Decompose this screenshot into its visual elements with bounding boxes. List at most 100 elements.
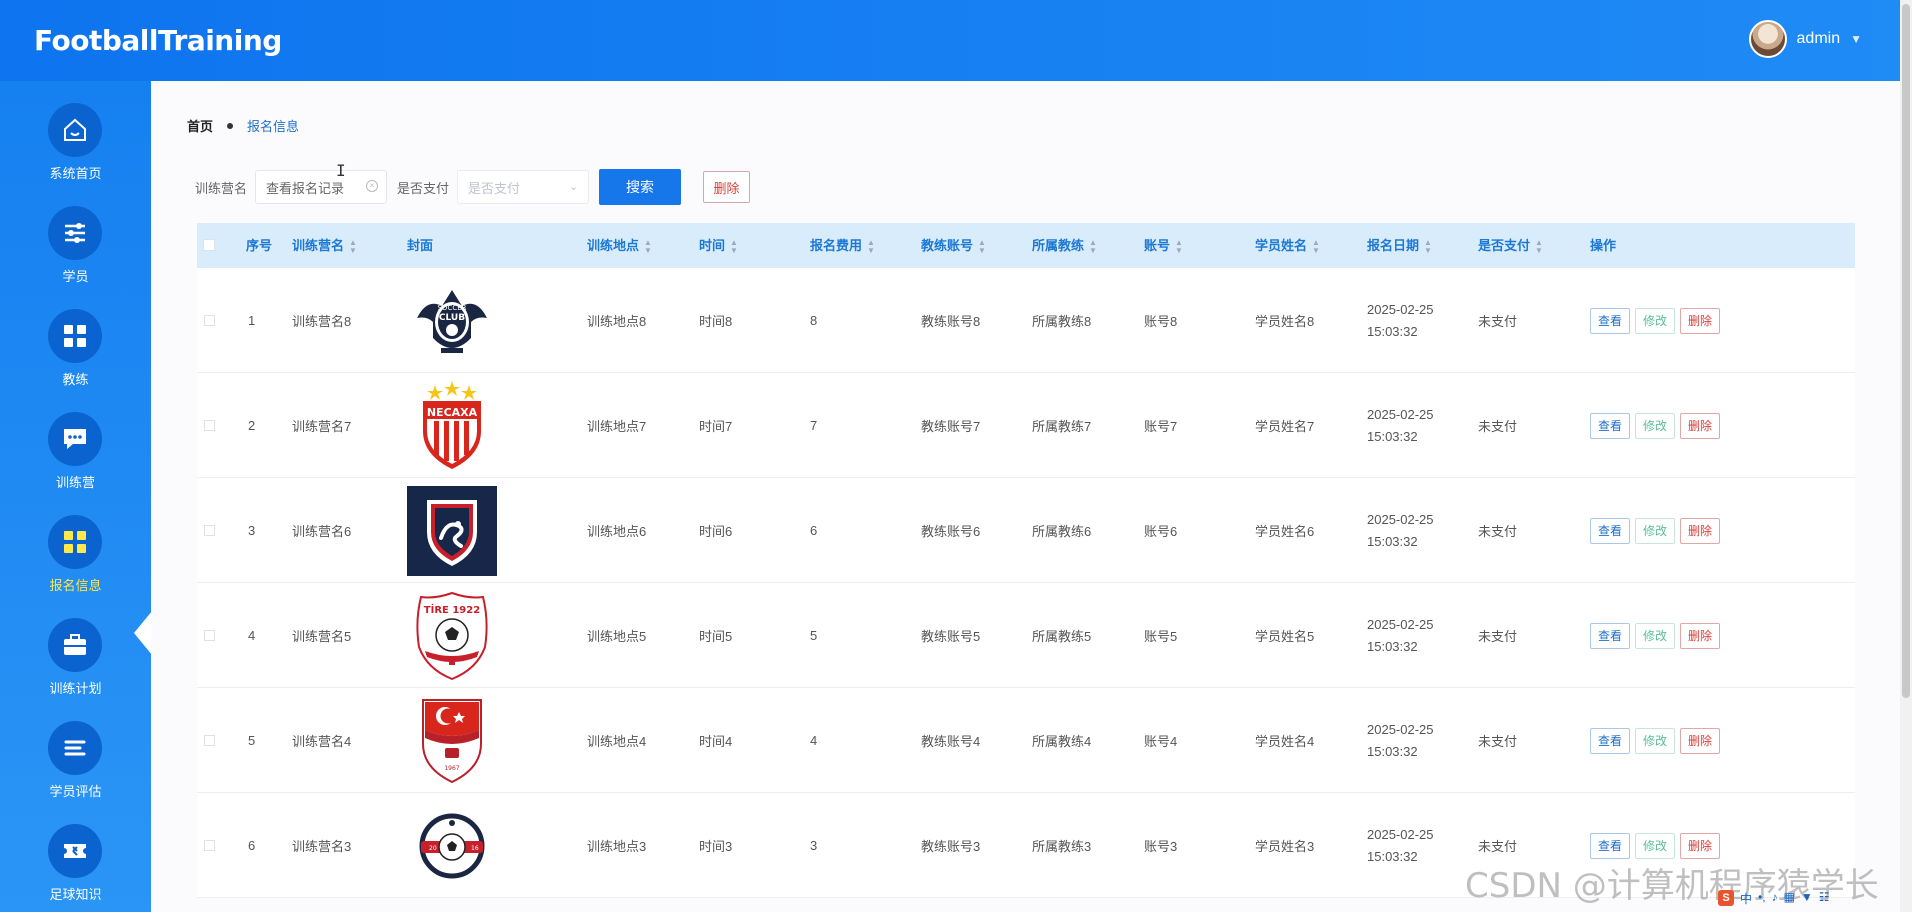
cell-paid: 未支付 <box>1478 629 1518 644</box>
cell-camp: 训练营名4 <box>292 734 352 749</box>
soccer-club-logo: SOCCER CLUB <box>407 268 497 373</box>
sort-icon[interactable]: ▲ ▼ <box>867 238 875 255</box>
sidebar-item-students[interactable]: 学员 <box>0 206 151 306</box>
delete-button[interactable]: 删除 <box>1680 727 1721 754</box>
sidebar-item-camps[interactable]: 训练营 <box>0 412 151 512</box>
row-checkbox[interactable] <box>204 315 215 326</box>
sidebar-item-evaluation[interactable]: 学员评估 <box>0 721 151 821</box>
cell-place: 训练地点7 <box>587 419 647 434</box>
sidebar-item-knowledge[interactable]: 足球知识 <box>0 824 151 924</box>
round-ball-logo: 20 16 <box>407 793 497 898</box>
breadcrumb-home[interactable]: 首页 <box>187 116 213 135</box>
cell-paid: 未支付 <box>1478 314 1518 329</box>
row-checkbox[interactable] <box>204 735 215 746</box>
header-coach-account[interactable]: 教练账号 ▲ ▼ <box>921 223 986 268</box>
toolbox-icon: ☷ <box>1818 890 1830 904</box>
sort-icon[interactable]: ▲ ▼ <box>1089 238 1097 255</box>
grid-icon <box>48 515 102 569</box>
header-place[interactable]: 训练地点 ▲ ▼ <box>587 223 652 268</box>
sort-icon[interactable]: ▲ ▼ <box>349 238 357 255</box>
header-date[interactable]: 报名日期 ▲ ▼ <box>1367 223 1432 268</box>
sidebar-item-training-plan[interactable]: 训练计划 <box>0 618 151 718</box>
view-button[interactable]: 查看 <box>1590 517 1631 544</box>
edit-button[interactable]: 修改 <box>1635 622 1676 649</box>
header-index: 序号 <box>246 238 273 253</box>
batch-delete-button[interactable]: 删除 <box>703 171 751 203</box>
edit-button[interactable]: 修改 <box>1635 727 1676 754</box>
cell-actions: 查看 修改 删除 <box>1590 688 1721 793</box>
row-checkbox[interactable] <box>204 630 215 641</box>
grid-icon <box>48 309 102 363</box>
header-account[interactable]: 账号 ▲ ▼ <box>1144 223 1183 268</box>
avatar[interactable] <box>1748 20 1787 58</box>
sidebar-item-label: 报名信息 <box>49 578 102 593</box>
view-button[interactable]: 查看 <box>1590 832 1631 859</box>
home-icon <box>48 103 102 157</box>
header-actions: 操作 <box>1590 238 1617 253</box>
sort-icon[interactable]: ▲ ▼ <box>978 238 986 255</box>
row-checkbox[interactable] <box>204 840 215 851</box>
header-time[interactable]: 时间 ▲ ▼ <box>699 223 738 268</box>
row-checkbox[interactable] <box>204 525 215 536</box>
header-fee[interactable]: 报名费用 ▲ ▼ <box>810 223 875 268</box>
ime-logo-icon: S <box>1718 890 1734 906</box>
view-button[interactable]: 查看 <box>1590 412 1631 439</box>
select-all-checkbox[interactable] <box>203 239 215 251</box>
camp-name-label: 训练营名 <box>195 180 248 196</box>
header-coach[interactable]: 所属教练 ▲ ▼ <box>1032 223 1097 268</box>
table-row: 4 训练营名5 TİRE 1922 训练地点5 时间5 5 教练账号5 所属教练… <box>197 583 1855 688</box>
sort-icon[interactable]: ▲ ▼ <box>1312 238 1320 255</box>
sidebar-item-home[interactable]: 系统首页 <box>0 103 151 203</box>
sidebar-item-label: 学员 <box>62 269 89 284</box>
sort-icon[interactable]: ▲ ▼ <box>644 238 652 255</box>
header-student[interactable]: 学员姓名 ▲ ▼ <box>1255 223 1320 268</box>
cell-paid: 未支付 <box>1478 419 1518 434</box>
ime-punct-icon: •, <box>1758 890 1766 904</box>
delete-button[interactable]: 删除 <box>1680 832 1721 859</box>
camp-name-input[interactable]: 查看报名记录 × <box>255 170 388 204</box>
ticket-icon <box>48 824 102 878</box>
scrollbar[interactable] <box>1900 0 1912 912</box>
cell-account: 账号4 <box>1144 734 1178 749</box>
username[interactable]: admin <box>1797 30 1841 48</box>
scrollbar-thumb[interactable] <box>1902 4 1910 698</box>
clear-icon[interactable]: × <box>366 180 379 192</box>
ime-toolbar[interactable]: S 中 •, ♪ ▦ ▼ ☷ <box>1718 890 1830 907</box>
cell-coach: 所属教练5 <box>1032 629 1092 644</box>
delete-button[interactable]: 删除 <box>1680 412 1721 439</box>
svg-text:NECAXA: NECAXA <box>427 406 478 419</box>
chevron-down-icon: ⌄ <box>568 181 579 193</box>
sort-icon[interactable]: ▲ ▼ <box>1424 238 1432 255</box>
elazigspor-logo: 1967 <box>407 688 497 793</box>
edit-button[interactable]: 修改 <box>1635 517 1676 544</box>
view-button[interactable]: 查看 <box>1590 727 1631 754</box>
edit-button[interactable]: 修改 <box>1635 832 1676 859</box>
user-menu[interactable]: admin ▼ <box>1748 20 1862 58</box>
view-button[interactable]: 查看 <box>1590 307 1631 334</box>
table-row: 3 训练营名6 训练地点6 时间6 6 教练账号6 所属教练6 账号6 学员姓名… <box>197 478 1855 583</box>
table-row: 2 训练营名7 NECAXA 训练地点7 时间7 7 教练账号7 所属教练7 账… <box>197 373 1855 478</box>
sort-icon[interactable]: ▲ ▼ <box>1175 238 1183 255</box>
cell-coach: 所属教练6 <box>1032 524 1092 539</box>
sidebar-item-signups[interactable]: 报名信息 <box>0 515 151 615</box>
row-checkbox[interactable] <box>204 420 215 431</box>
sidebar-item-coaches[interactable]: 教练 <box>0 309 151 409</box>
sort-icon[interactable]: ▲ ▼ <box>1535 238 1543 255</box>
delete-button[interactable]: 删除 <box>1680 622 1721 649</box>
edit-button[interactable]: 修改 <box>1635 307 1676 334</box>
cell-camp: 训练营名6 <box>292 524 352 539</box>
cell-date: 2025-02-25 15:03:32 <box>1367 373 1477 478</box>
sort-icon[interactable]: ▲ ▼ <box>730 238 738 255</box>
cell-paid: 未支付 <box>1478 734 1518 749</box>
edit-button[interactable]: 修改 <box>1635 412 1676 439</box>
paid-placeholder: 是否支付 <box>468 180 521 196</box>
header-paid[interactable]: 是否支付 ▲ ▼ <box>1478 223 1543 268</box>
delete-button[interactable]: 删除 <box>1680 307 1721 334</box>
search-button[interactable]: 搜索 <box>599 169 682 205</box>
chevron-down-icon[interactable]: ▼ <box>1850 32 1862 46</box>
header-cover: 封面 <box>407 238 434 253</box>
view-button[interactable]: 查看 <box>1590 622 1631 649</box>
header-camp[interactable]: 训练营名 ▲ ▼ <box>292 223 357 268</box>
paid-select[interactable]: 是否支付 ⌄ <box>457 170 590 204</box>
delete-button[interactable]: 删除 <box>1680 517 1721 544</box>
